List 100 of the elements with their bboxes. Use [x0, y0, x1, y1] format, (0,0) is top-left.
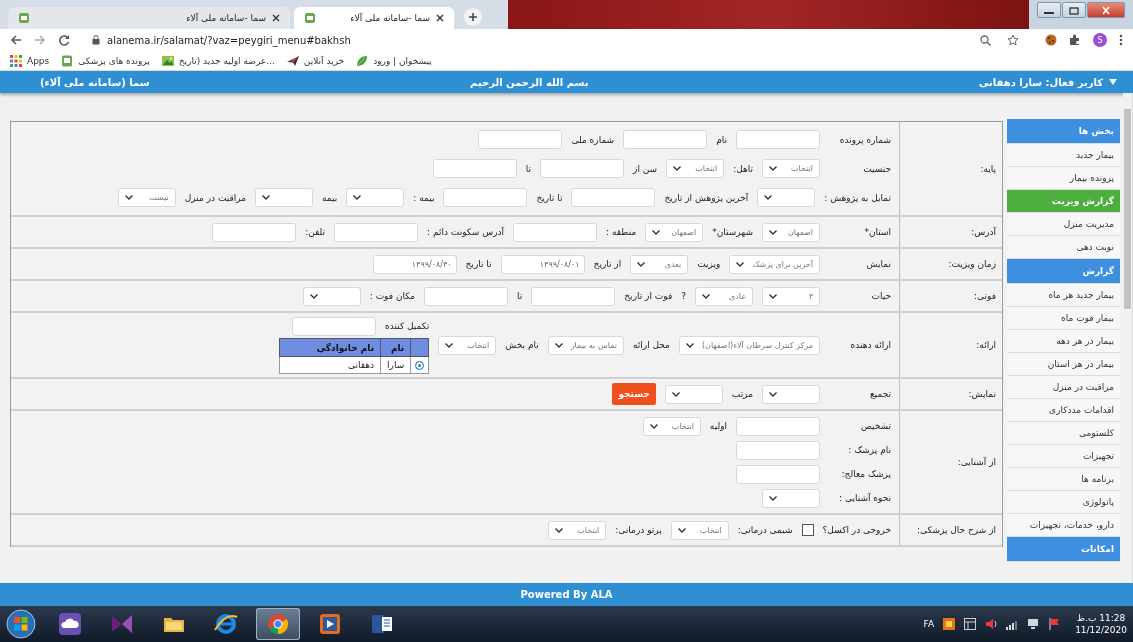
dropdown[interactable]	[762, 488, 820, 508]
search-button[interactable]: جستجو	[612, 383, 656, 405]
minimize-button[interactable]	[1037, 2, 1061, 18]
input-field[interactable]: ۱۳۹۹/۰۸/۰۱	[500, 254, 585, 274]
radio-button[interactable]	[415, 360, 425, 370]
dropdown[interactable]: انتخاب	[670, 520, 729, 540]
dropdown[interactable]	[762, 384, 820, 404]
caret-icon	[677, 527, 686, 533]
dropdown[interactable]: نیست	[117, 188, 176, 207]
dropdown[interactable]: انتخاب	[666, 159, 725, 178]
caret-icon	[309, 293, 318, 299]
window-icon	[964, 618, 977, 630]
sidebar-item[interactable]: تجهیزات	[1007, 445, 1120, 468]
caret-icon	[124, 195, 133, 200]
field-label: نحوه آشنایی :	[838, 493, 891, 503]
column-header: نام	[380, 338, 411, 357]
field-label: نام بخش	[505, 340, 539, 350]
sidebar-item[interactable]: بیمار فوت ماه	[1007, 307, 1120, 330]
field-label: بیمه :	[413, 192, 435, 203]
sidebar-item[interactable]: برنامه ها	[1007, 468, 1120, 491]
input-field[interactable]	[212, 222, 297, 242]
bookmark-link[interactable]: پرونده های پزشکی	[61, 54, 150, 67]
checkbox[interactable]	[801, 524, 814, 536]
bookmark-link[interactable]: خرید آنلاین	[286, 54, 345, 67]
profile-avatar[interactable]: S	[1093, 33, 1107, 47]
input-field[interactable]	[736, 130, 820, 149]
caret-icon	[673, 166, 682, 171]
dropdown[interactable]	[757, 188, 816, 207]
caret-icon	[649, 423, 658, 429]
plus-icon	[468, 12, 478, 22]
dropdown[interactable]	[346, 188, 405, 207]
user-menu[interactable]: کاربر فعال: سارا دهقانی	[978, 76, 1117, 88]
dropdown[interactable]: تماس به بیمار	[547, 335, 624, 355]
input-field[interactable]	[736, 464, 820, 484]
speaker-icon	[985, 618, 998, 630]
row-label: آدرس:	[899, 217, 1002, 247]
image-icon	[161, 54, 174, 67]
input-field[interactable]	[424, 286, 509, 306]
app-title[interactable]: سما (سامانه ملی آلاء)	[40, 76, 150, 88]
input-field[interactable]	[540, 159, 625, 178]
bookmark-link[interactable]: عرضه اولیه جدید (تاریخ...	[161, 54, 275, 67]
dropdown[interactable]: اصفهان	[762, 222, 820, 242]
dropdown[interactable]	[664, 384, 723, 404]
field-label: نام پزشک :	[847, 445, 891, 455]
language-indicator[interactable]: FA	[923, 619, 935, 629]
caret-icon	[769, 293, 777, 299]
input-field[interactable]	[623, 130, 708, 149]
maximize-icon	[1068, 5, 1080, 15]
input-field[interactable]	[334, 222, 419, 242]
new-tab-button[interactable]	[464, 8, 482, 26]
sidebar-item[interactable]: بیمار جدید هر ماه	[1007, 284, 1120, 307]
input-field[interactable]	[513, 222, 598, 242]
sidebar-item[interactable]: پاتولوژی	[1007, 491, 1120, 514]
dropdown[interactable]	[255, 188, 314, 207]
clock-date[interactable]: 11/12/2020	[1075, 624, 1127, 636]
input-field[interactable]	[432, 159, 517, 178]
input-field[interactable]	[736, 440, 820, 460]
input-field[interactable]	[571, 188, 656, 207]
dropdown[interactable]: عادی	[695, 286, 753, 306]
sidebar-item[interactable]: بیمار جدید	[1007, 144, 1120, 167]
clock-time[interactable]: 11:28 ب.ظ	[1076, 612, 1126, 624]
input-field[interactable]	[443, 188, 528, 207]
field-label: تکمیل کننده	[385, 321, 430, 331]
sidebar-item[interactable]: کلستومی	[1007, 422, 1120, 445]
dropdown[interactable]: آخرین برای پزشک	[729, 254, 820, 274]
bookmark-link[interactable]: پیشخوان | ورود	[356, 54, 432, 67]
sidebar-item[interactable]: مراقبت در منزل	[1007, 376, 1120, 399]
maximize-button[interactable]	[1062, 2, 1086, 18]
scrollbar[interactable]	[1123, 93, 1133, 583]
caret-icon	[685, 342, 694, 348]
page-icon	[304, 12, 316, 24]
field-label: شهرستان*	[712, 227, 753, 237]
dropdown[interactable]: مرکز کنترل سرطان آلاء(اصفهان)	[678, 335, 820, 355]
dropdown[interactable]: انتخاب	[762, 159, 820, 178]
input-field[interactable]	[478, 130, 563, 149]
dropdown[interactable]: بعدی	[630, 254, 689, 274]
dropdown[interactable]: ۳	[762, 286, 820, 306]
dropdown[interactable]: اصفهان	[645, 222, 704, 242]
dropdown[interactable]: انتخاب	[642, 416, 701, 436]
field-label: محل ارائه	[632, 340, 670, 350]
dropdown[interactable]	[302, 286, 361, 306]
close-button[interactable]	[1087, 2, 1125, 18]
dropdown[interactable]: انتخاب	[438, 335, 497, 355]
input-field[interactable]	[292, 316, 376, 336]
dropdown[interactable]: انتخاب	[548, 520, 607, 540]
computer-icon	[1027, 618, 1040, 630]
input-field[interactable]	[736, 416, 820, 436]
leaf-icon	[356, 54, 369, 67]
bookmark-link[interactable]: Apps	[10, 54, 50, 67]
browser-tab[interactable]: سما -سامانه ملی آلاء	[294, 7, 454, 29]
reload-icon	[58, 34, 70, 46]
browser-tab[interactable]: سما -سامانه ملی آلاء	[8, 7, 290, 29]
scrollbar-thumb[interactable]	[1124, 109, 1131, 309]
sidebar-item[interactable]: اقدامات مددکاری	[1007, 399, 1120, 422]
field-label: نام	[716, 134, 727, 145]
sidebar-item[interactable]: بیمار در هر دهه	[1007, 330, 1120, 353]
input-field[interactable]: ۱۳۹۹/۰۸/۳۰	[372, 254, 457, 274]
sidebar-item[interactable]: مدیریت منزل	[1007, 213, 1120, 236]
input-field[interactable]	[531, 286, 616, 306]
sidebar-item[interactable]: بیمار در هر استان	[1007, 353, 1120, 376]
